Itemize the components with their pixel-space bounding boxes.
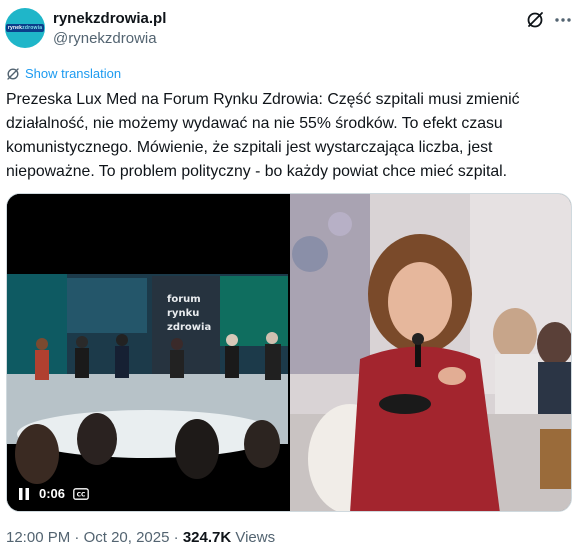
post-time[interactable]: 12:00 PM: [6, 529, 70, 546]
views-count[interactable]: 324.7K: [183, 529, 231, 546]
display-name[interactable]: rynekzdrowia.pl: [53, 10, 166, 27]
svg-text:forum: forum: [167, 294, 201, 305]
views-label: Views: [231, 529, 276, 546]
video-player[interactable]: forum rynku zdrowia 0:06 CC: [7, 194, 288, 511]
svg-text:rynku: rynku: [167, 308, 199, 319]
video-controls: 0:06 CC: [17, 486, 89, 501]
video-time: 0:06: [39, 486, 66, 501]
photo-image: [290, 194, 571, 511]
handle[interactable]: @rynekzdrowia: [53, 30, 157, 47]
pause-icon[interactable]: [17, 487, 31, 501]
translate-icon: [7, 67, 19, 80]
more-options-icon[interactable]: [553, 10, 573, 30]
show-translation-button[interactable]: Show translation: [6, 66, 121, 81]
avatar-logo: rynekzdrowia: [5, 24, 45, 32]
show-translation-label: Show translation: [25, 66, 122, 81]
post-date[interactable]: Oct 20, 2025: [84, 529, 170, 546]
tweet-text: Prezeska Lux Med na Forum Rynku Zdrowia:…: [6, 91, 524, 180]
meta-separator: ·: [70, 529, 84, 546]
svg-text:zdrowia: zdrowia: [167, 322, 211, 333]
meta-separator: ·: [169, 529, 183, 546]
grok-icon[interactable]: [525, 10, 545, 30]
video-frame: forum rynku zdrowia: [7, 194, 288, 511]
media-grid: forum rynku zdrowia 0:06 CC: [6, 193, 572, 512]
closed-captions-icon[interactable]: CC: [73, 487, 89, 500]
tweet: rynekzdrowia rynekzdrowia.pl @rynekzdrow…: [0, 0, 579, 549]
avatar[interactable]: rynekzdrowia: [5, 8, 45, 48]
svg-text:CC: CC: [77, 491, 86, 498]
photo[interactable]: [290, 194, 571, 511]
tweet-meta: 12:00 PM · Oct 20, 2025 · 324.7K Views: [6, 529, 275, 546]
